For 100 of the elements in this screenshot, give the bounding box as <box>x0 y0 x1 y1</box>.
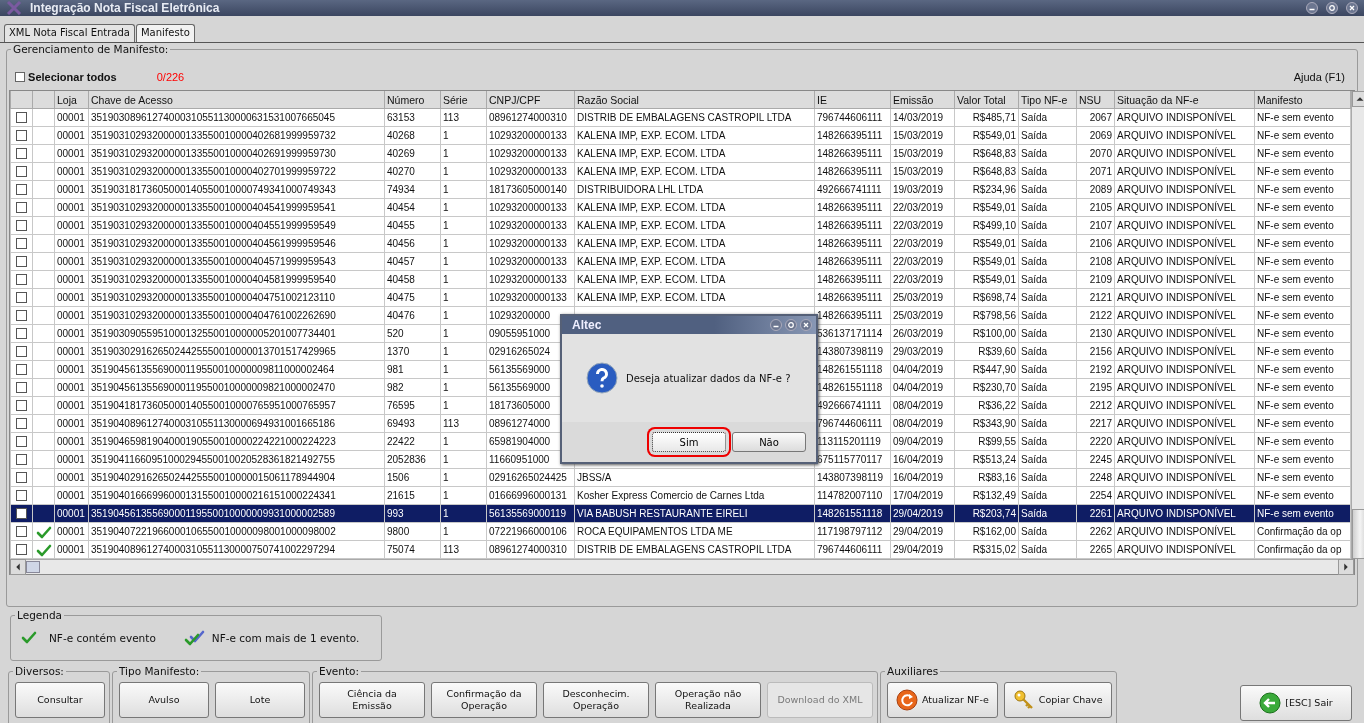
help-link[interactable]: Ajuda (F1) <box>1293 71 1345 83</box>
table-cell: 00001 <box>57 184 85 195</box>
column-header[interactable]: CNPJ/CPF <box>486 91 575 109</box>
action-button[interactable]: Ciência da Emissão <box>319 682 425 718</box>
dialog-button[interactable]: Não <box>732 432 806 452</box>
column-header[interactable]: Número <box>384 91 441 109</box>
table-cell: ARQUIVO INDISPONÍVEL <box>1117 436 1236 447</box>
row-checkbox[interactable] <box>16 508 27 519</box>
scrollbar-thumb[interactable] <box>1352 509 1364 559</box>
row-checkbox[interactable] <box>16 328 27 339</box>
table-cell: NF-e sem evento <box>1257 202 1334 213</box>
table-cell: 35190408961274000310551130000750741002297294 <box>91 544 335 555</box>
maximize-icon[interactable] <box>1326 2 1338 14</box>
table-cell: DISTRIB DE EMBALAGENS CASTROPIL LTDA <box>577 544 792 555</box>
tab[interactable]: Manifesto <box>135 24 195 42</box>
table-row[interactable]: 00001 35190310293200000133550010000402681999959732 40268 1 10293200000133 KALENA IMP, EXP. ECOM. LTDA 148266395111 15/03/2019 R$549,01 Saída 2069 ARQUIVO INDISPONÍVEL NF-e sem evento <box>10 126 1351 145</box>
row-checkbox[interactable] <box>16 310 27 321</box>
table-row[interactable]: 00001 35190318173605000140550010000749341000749343 74934 1 18173605000140 DISTRIBUIDORA LHL LTDA 492666741111 19/03/2019 R$234,96 Saída 2089 ARQUIVO INDISPONÍVEL NF-e sem evento <box>10 180 1351 199</box>
table-cell: 1 <box>443 148 449 159</box>
action-button[interactable]: Confirmação da Operação <box>431 682 537 718</box>
table-cell: 35190310293200000133550010000404571999959543 <box>91 256 336 267</box>
table-cell: 675115770117 <box>817 454 883 465</box>
minimize-icon[interactable] <box>1306 2 1318 14</box>
row-checkbox[interactable] <box>16 400 27 411</box>
row-checkbox[interactable] <box>16 130 27 141</box>
table-row[interactable]: 00001 35190310293200000133550010000404751002123110 40475 1 10293200000133 KALENA IMP, EXP. ECOM. LTDA 148266395111 25/03/2019 R$698,74 Saída 2121 ARQUIVO INDISPONÍVEL NF-e sem evento <box>10 288 1351 307</box>
row-checkbox[interactable] <box>16 436 27 447</box>
table-row[interactable]: 00001 35190408961274000310551130000750741002297294 75074 113 08961274000310 DISTRIB DE EMBALAGENS CASTROPIL LTDA 796744606111 29/04/2019 R$315,02 Saída 2265 ARQUIVO INDISPONÍVEL Confirmação da op <box>10 540 1351 559</box>
column-header[interactable]: Situação da NF-e <box>1114 91 1255 109</box>
row-checkbox[interactable] <box>16 184 27 195</box>
close-icon[interactable] <box>800 319 812 331</box>
table-row[interactable]: 00001 35190401666996000131550010000216151000224341 21615 1 01666996000131 Kosher Express Comercio de Carnes Ltda 114782007110 17/04/2019 R$132,49 Saída 2254 ARQUIVO INDISPONÍVEL NF-e sem evento <box>10 486 1351 505</box>
maximize-icon[interactable] <box>785 319 797 331</box>
minimize-icon[interactable] <box>770 319 782 331</box>
action-button[interactable]: Desconhecim. Operação <box>543 682 649 718</box>
exit-button[interactable]: [ESC] Sair <box>1240 685 1352 721</box>
scroll-up-icon[interactable] <box>1352 91 1364 107</box>
tab[interactable]: XML Nota Fiscal Entrada <box>4 24 135 42</box>
action-button[interactable]: Copiar Chave <box>1003 682 1112 718</box>
action-button[interactable]: Lote <box>215 682 305 718</box>
table-cell: 1 <box>443 328 449 339</box>
table-row[interactable]: 00001 35190310293200000133550010000404561999959546 40456 1 10293200000133 KALENA IMP, EXP. ECOM. LTDA 148266395111 22/03/2019 R$549,01 Saída 2106 ARQUIVO INDISPONÍVEL NF-e sem evento <box>10 234 1351 253</box>
row-checkbox[interactable] <box>16 238 27 249</box>
column-header[interactable]: Série <box>440 91 487 109</box>
row-checkbox[interactable] <box>16 292 27 303</box>
table-cell: Saída <box>1021 328 1048 339</box>
table-cell: 492666741111 <box>817 400 882 411</box>
column-header[interactable]: IE <box>814 91 891 109</box>
column-header[interactable]: Tipo NF-e <box>1018 91 1077 109</box>
table-row[interactable]: 00001 35190310293200000133550010000404571999959543 40457 1 10293200000133 KALENA IMP, EXP. ECOM. LTDA 148266395111 22/03/2019 R$549,01 Saída 2108 ARQUIVO INDISPONÍVEL NF-e sem evento <box>10 252 1351 271</box>
column-header[interactable]: Chave de Acesso <box>88 91 385 109</box>
row-checkbox[interactable] <box>16 490 27 501</box>
table-row[interactable]: 00001 35190308961274000310551130000631531007665045 63153 113 08961274000310 DISTRIB DE EMBALAGENS CASTROPIL LTDA 796744606111 14/03/2019 R$485,71 Saída 2067 ARQUIVO INDISPONÍVEL NF-e sem evento <box>10 108 1351 127</box>
table-cell: NF-e sem evento <box>1257 238 1334 249</box>
table-cell: Saída <box>1021 148 1048 159</box>
column-header[interactable]: Loja <box>54 91 89 109</box>
row-checkbox[interactable] <box>16 202 27 213</box>
row-checkbox[interactable] <box>16 256 27 267</box>
table-row[interactable]: 00001 35190310293200000133550010000402691999959730 40269 1 10293200000133 KALENA IMP, EXP. ECOM. LTDA 148266395111 15/03/2019 R$648,83 Saída 2070 ARQUIVO INDISPONÍVEL NF-e sem evento <box>10 144 1351 163</box>
row-checkbox[interactable] <box>16 382 27 393</box>
table-cell: 75074 <box>387 544 415 555</box>
row-checkbox[interactable] <box>16 166 27 177</box>
close-icon[interactable] <box>1346 2 1358 14</box>
row-checkbox[interactable] <box>16 148 27 159</box>
table-row[interactable]: 00001 35190456135569000119550010000009931000002589 993 1 56135569000119 VIA BABUSH RESTAURANTE EIRELI 148261551118 29/04/2019 R$203,74 Saída 2261 ARQUIVO INDISPONÍVEL NF-e sem evento <box>10 504 1351 523</box>
table-row[interactable]: 00001 35190310293200000133550010000404551999959549 40455 1 10293200000133 KALENA IMP, EXP. ECOM. LTDA 148266395111 22/03/2019 R$499,10 Saída 2107 ARQUIVO INDISPONÍVEL NF-e sem evento <box>10 216 1351 235</box>
row-checkbox[interactable] <box>16 472 27 483</box>
row-checkbox[interactable] <box>16 274 27 285</box>
table-row[interactable]: 00001 35190310293200000133550010000402701999959722 40270 1 10293200000133 KALENA IMP, EXP. ECOM. LTDA 148266395111 15/03/2019 R$648,83 Saída 2071 ARQUIVO INDISPONÍVEL NF-e sem evento <box>10 162 1351 181</box>
action-button[interactable]: Avulso <box>119 682 209 718</box>
scroll-left-icon[interactable] <box>10 559 26 575</box>
action-button[interactable]: Atualizar NF-e <box>887 682 998 718</box>
table-row[interactable]: 00001 35190407221966000106550010000098001000098002 9800 1 07221966000106 ROCA EQUIPAMENTOS LTDA ME 117198797112 29/04/2019 R$162,00 Saída 2262 ARQUIVO INDISPONÍVEL Confirmação da op <box>10 522 1351 541</box>
row-checkbox[interactable] <box>16 418 27 429</box>
select-all-checkbox[interactable] <box>15 72 25 82</box>
table-cell: 1506 <box>387 472 410 483</box>
table-cell: 00001 <box>57 256 85 267</box>
row-checkbox[interactable] <box>16 454 27 465</box>
column-header[interactable]: NSU <box>1076 91 1115 109</box>
row-checkbox[interactable] <box>16 544 27 555</box>
action-button[interactable]: Operação não Realizada <box>655 682 761 718</box>
column-header[interactable]: Emissão <box>890 91 955 109</box>
scroll-right-icon[interactable] <box>1338 559 1354 575</box>
scrollbar-thumb[interactable] <box>26 561 40 573</box>
table-row[interactable]: 00001 35190310293200000133550010000404581999959540 40458 1 10293200000133 KALENA IMP, EXP. ECOM. LTDA 148266395111 22/03/2019 R$549,01 Saída 2109 ARQUIVO INDISPONÍVEL NF-e sem evento <box>10 270 1351 289</box>
row-checkbox[interactable] <box>16 346 27 357</box>
table-row[interactable]: 00001 35190402916265024425550010000015061178944904 1506 1 02916265024425 JBSS/A 143807398119 16/04/2019 R$83,16 Saída 2248 ARQUIVO INDISPONÍVEL NF-e sem evento <box>10 468 1351 487</box>
column-header[interactable]: Valor Total <box>954 91 1019 109</box>
table-cell: 56135569000 <box>489 364 551 375</box>
column-header[interactable]: Razão Social <box>574 91 815 109</box>
row-checkbox[interactable] <box>16 220 27 231</box>
column-header[interactable]: Manifesto <box>1254 91 1351 109</box>
table-cell: ARQUIVO INDISPONÍVEL <box>1117 526 1236 537</box>
table-cell: Saída <box>1021 526 1048 537</box>
row-checkbox[interactable] <box>16 526 27 537</box>
table-cell: 1 <box>443 274 449 285</box>
action-button[interactable]: Consultar <box>15 682 105 718</box>
row-checkbox[interactable] <box>16 112 27 123</box>
row-checkbox[interactable] <box>16 364 27 375</box>
table-row[interactable]: 00001 35190310293200000133550010000404541999959541 40454 1 10293200000133 KALENA IMP, EXP. ECOM. LTDA 148266395111 22/03/2019 R$549,01 Saída 2105 ARQUIVO INDISPONÍVEL NF-e sem evento <box>10 198 1351 217</box>
